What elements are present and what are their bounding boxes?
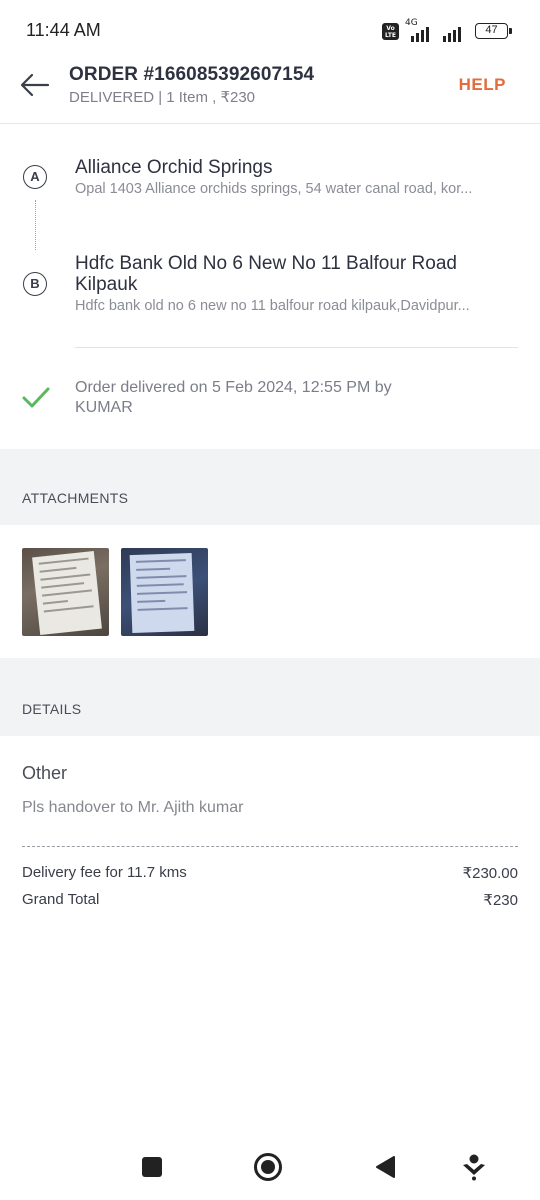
fee-value: ₹230.00: [462, 865, 518, 882]
dashed-divider: [22, 846, 518, 847]
grand-total-label: Grand Total: [22, 891, 100, 908]
pickup-marker-icon: A: [23, 165, 47, 189]
status-icons: Vo LTE 4G 47: [382, 18, 512, 42]
fee-label: Delivery fee for 11.7 kms: [22, 864, 187, 881]
order-category: Other: [22, 763, 68, 783]
order-note: Pls handover to Mr. Ajith kumar: [22, 799, 244, 816]
attachments-heading: ATTACHMENTS: [22, 490, 129, 506]
order-title: ORDER #166085392607154: [69, 64, 315, 85]
back-arrow-icon[interactable]: [18, 70, 52, 100]
grand-total-row: Grand Total ₹230: [22, 891, 518, 909]
assistant-icon[interactable]: [461, 1153, 487, 1181]
drop-marker-icon: B: [23, 272, 47, 296]
signal-icon-2: [441, 20, 465, 42]
home-button[interactable]: [254, 1153, 282, 1181]
order-header: ORDER #166085392607154 DELIVERED | 1 Ite…: [0, 60, 540, 124]
delivery-status-text: Order delivered on 5 Feb 2024, 12:55 PM …: [75, 379, 392, 416]
back-triangle-icon[interactable]: [374, 1155, 396, 1179]
details-heading: DETAILS: [22, 701, 82, 717]
grand-total-value: ₹230: [483, 892, 518, 909]
recent-apps-button[interactable]: [142, 1157, 162, 1177]
pickup-name: Alliance Orchid Springs: [75, 157, 273, 178]
attachment-thumbnail[interactable]: [121, 548, 208, 636]
route-dotted-line: [35, 200, 36, 250]
attachment-thumbnail[interactable]: [22, 548, 109, 636]
details-section-header: DETAILS: [0, 658, 540, 736]
drop-name: Hdfc Bank Old No 6 New No 11 Balfour Roa…: [75, 253, 457, 295]
check-icon: [22, 387, 50, 408]
drop-address: Hdfc bank old no 6 new no 11 balfour roa…: [75, 298, 470, 314]
status-time: 11:44 AM: [26, 20, 101, 40]
attachments-section-header: ATTACHMENTS: [0, 449, 540, 525]
help-button[interactable]: HELP: [459, 75, 506, 95]
fee-row: Delivery fee for 11.7 kms ₹230.00: [22, 864, 518, 882]
divider: [75, 347, 518, 348]
volte-icon: Vo LTE: [382, 22, 399, 40]
signal-icon: 4G: [405, 18, 435, 42]
pickup-address: Opal 1403 Alliance orchids springs, 54 w…: [75, 181, 473, 197]
status-bar: 11:44 AM Vo LTE 4G 47: [0, 0, 540, 60]
order-subtitle: DELIVERED | 1 Item , ₹230: [69, 89, 256, 106]
battery-icon: 47: [475, 23, 512, 39]
